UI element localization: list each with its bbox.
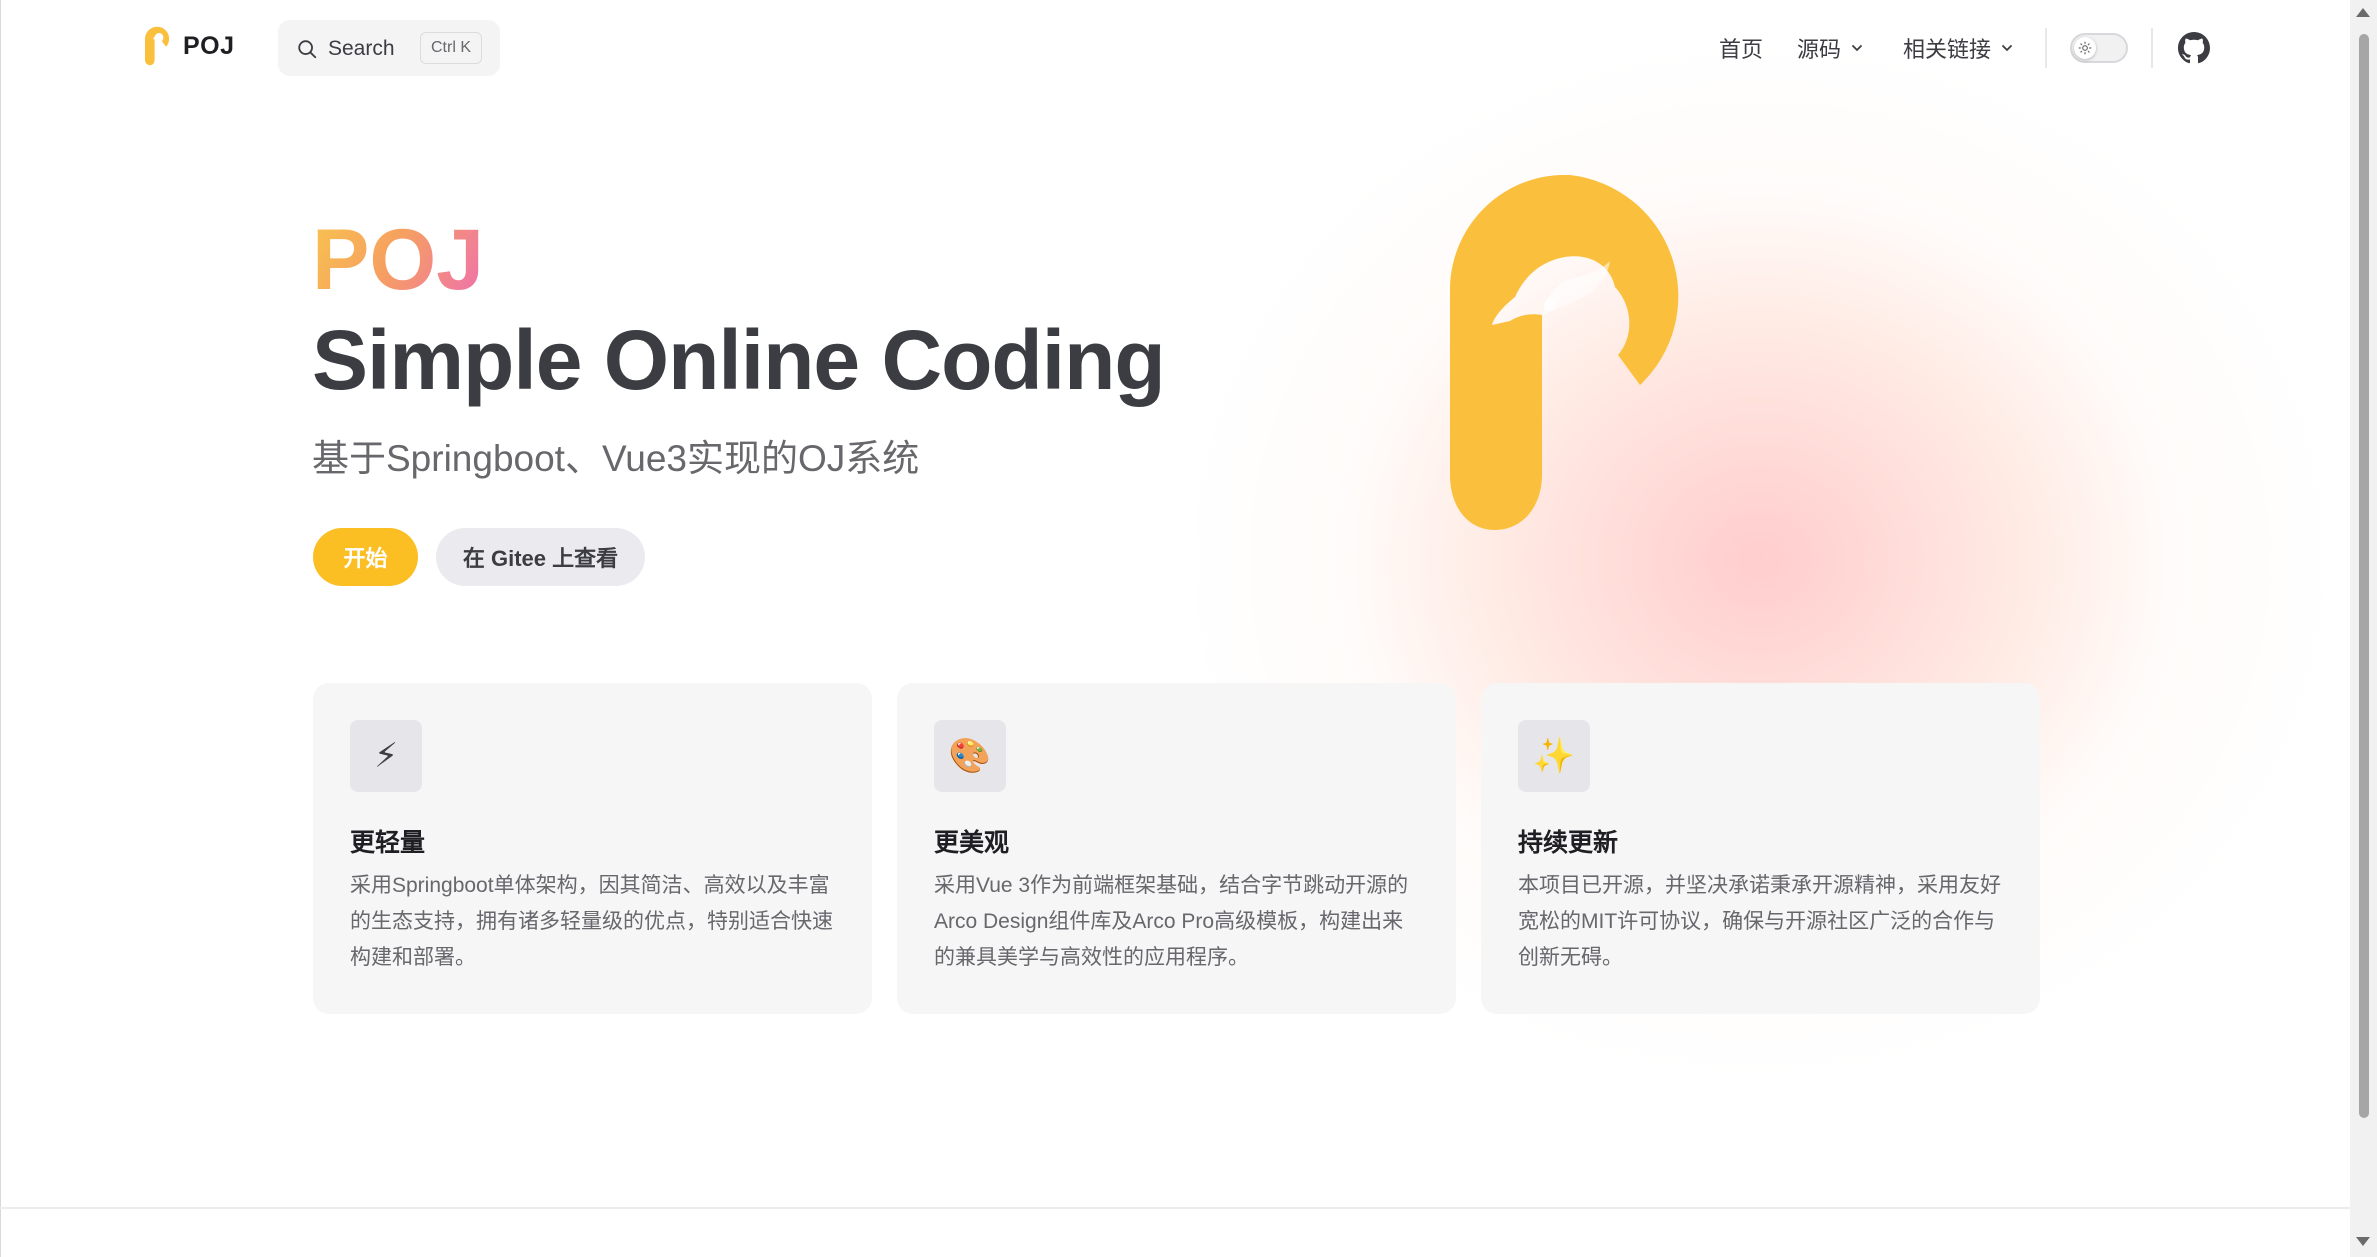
hero-name: POJ xyxy=(312,212,485,308)
page-scrollbar[interactable] xyxy=(2350,0,2377,1257)
lightning-icon: ⚡ xyxy=(350,720,422,792)
nav-menu-related-links[interactable]: 相关链接 xyxy=(1903,32,2015,64)
sparkles-icon: ✨ xyxy=(1518,720,1590,792)
chevron-down-icon xyxy=(2002,45,2012,51)
nav-link-home[interactable]: 首页 xyxy=(1719,32,1763,64)
theme-toggle[interactable] xyxy=(2070,33,2128,63)
hero-title: Simple Online Coding xyxy=(312,313,1166,407)
nav-divider xyxy=(2151,28,2153,68)
github-icon xyxy=(2178,32,2210,64)
poj-hero-logo xyxy=(1450,175,1679,530)
scrollbar-thumb[interactable] xyxy=(2359,34,2369,1118)
poj-logo-icon xyxy=(145,26,169,66)
feature-card: ✨ 持续更新 本项目已开源，并坚决承诺秉承开源精神，采用友好宽松的MIT许可协议… xyxy=(1481,683,2040,1014)
theme-toggle-knob xyxy=(2074,37,2096,59)
feature-card: 🎨 更美观 采用Vue 3作为前端框架基础，结合字节跳动开源的Arco Desi… xyxy=(897,683,1456,1014)
feature-card: ⚡ 更轻量 采用Springboot单体架构，因其简洁、高效以及丰富的生态支持，… xyxy=(313,683,872,1014)
navbar: POJ Search Ctrl K 首页 源码 相关链接 xyxy=(0,0,2350,96)
palette-icon: 🎨 xyxy=(934,720,1006,792)
window-edge xyxy=(0,0,1,1257)
scroll-up-arrow-icon[interactable] xyxy=(2356,8,2370,17)
feature-title: 更轻量 xyxy=(350,829,426,857)
feature-description: 采用Vue 3作为前端框架基础，结合字节跳动开源的Arco Design组件库及… xyxy=(934,874,1409,969)
feature-description: 采用Springboot单体架构，因其简洁、高效以及丰富的生态支持，拥有诸多轻量… xyxy=(350,874,833,969)
get-started-button[interactable]: 开始 xyxy=(313,528,418,586)
sun-icon xyxy=(2078,41,2092,55)
search-shortcut-hint: Ctrl K xyxy=(420,32,482,64)
search-label: Search xyxy=(328,37,395,60)
feature-title: 更美观 xyxy=(934,829,1010,857)
nav-link-label: 首页 xyxy=(1719,37,1764,62)
feature-description: 本项目已开源，并坚决承诺秉承开源精神，采用友好宽松的MIT许可协议，确保与开源社… xyxy=(1518,874,2001,969)
chevron-down-icon xyxy=(1852,45,1862,51)
nav-link-label: 相关链接 xyxy=(1903,37,1992,62)
search-button[interactable]: Search Ctrl K xyxy=(278,20,500,76)
hero-tagline: 基于Springboot、Vue3实现的OJ系统 xyxy=(312,438,920,479)
brand-link[interactable]: POJ xyxy=(145,26,235,66)
footer-divider xyxy=(0,1207,2350,1209)
nav-menu-source[interactable]: 源码 xyxy=(1797,32,1865,64)
scroll-down-arrow-icon[interactable] xyxy=(2356,1237,2370,1246)
view-on-gitee-button[interactable]: 在 Gitee 上查看 xyxy=(436,528,645,586)
feature-title: 持续更新 xyxy=(1518,829,1619,857)
brand-name: POJ xyxy=(183,31,235,60)
nav-divider xyxy=(2045,28,2047,68)
search-icon xyxy=(298,40,317,59)
nav-link-label: 源码 xyxy=(1797,37,1842,62)
